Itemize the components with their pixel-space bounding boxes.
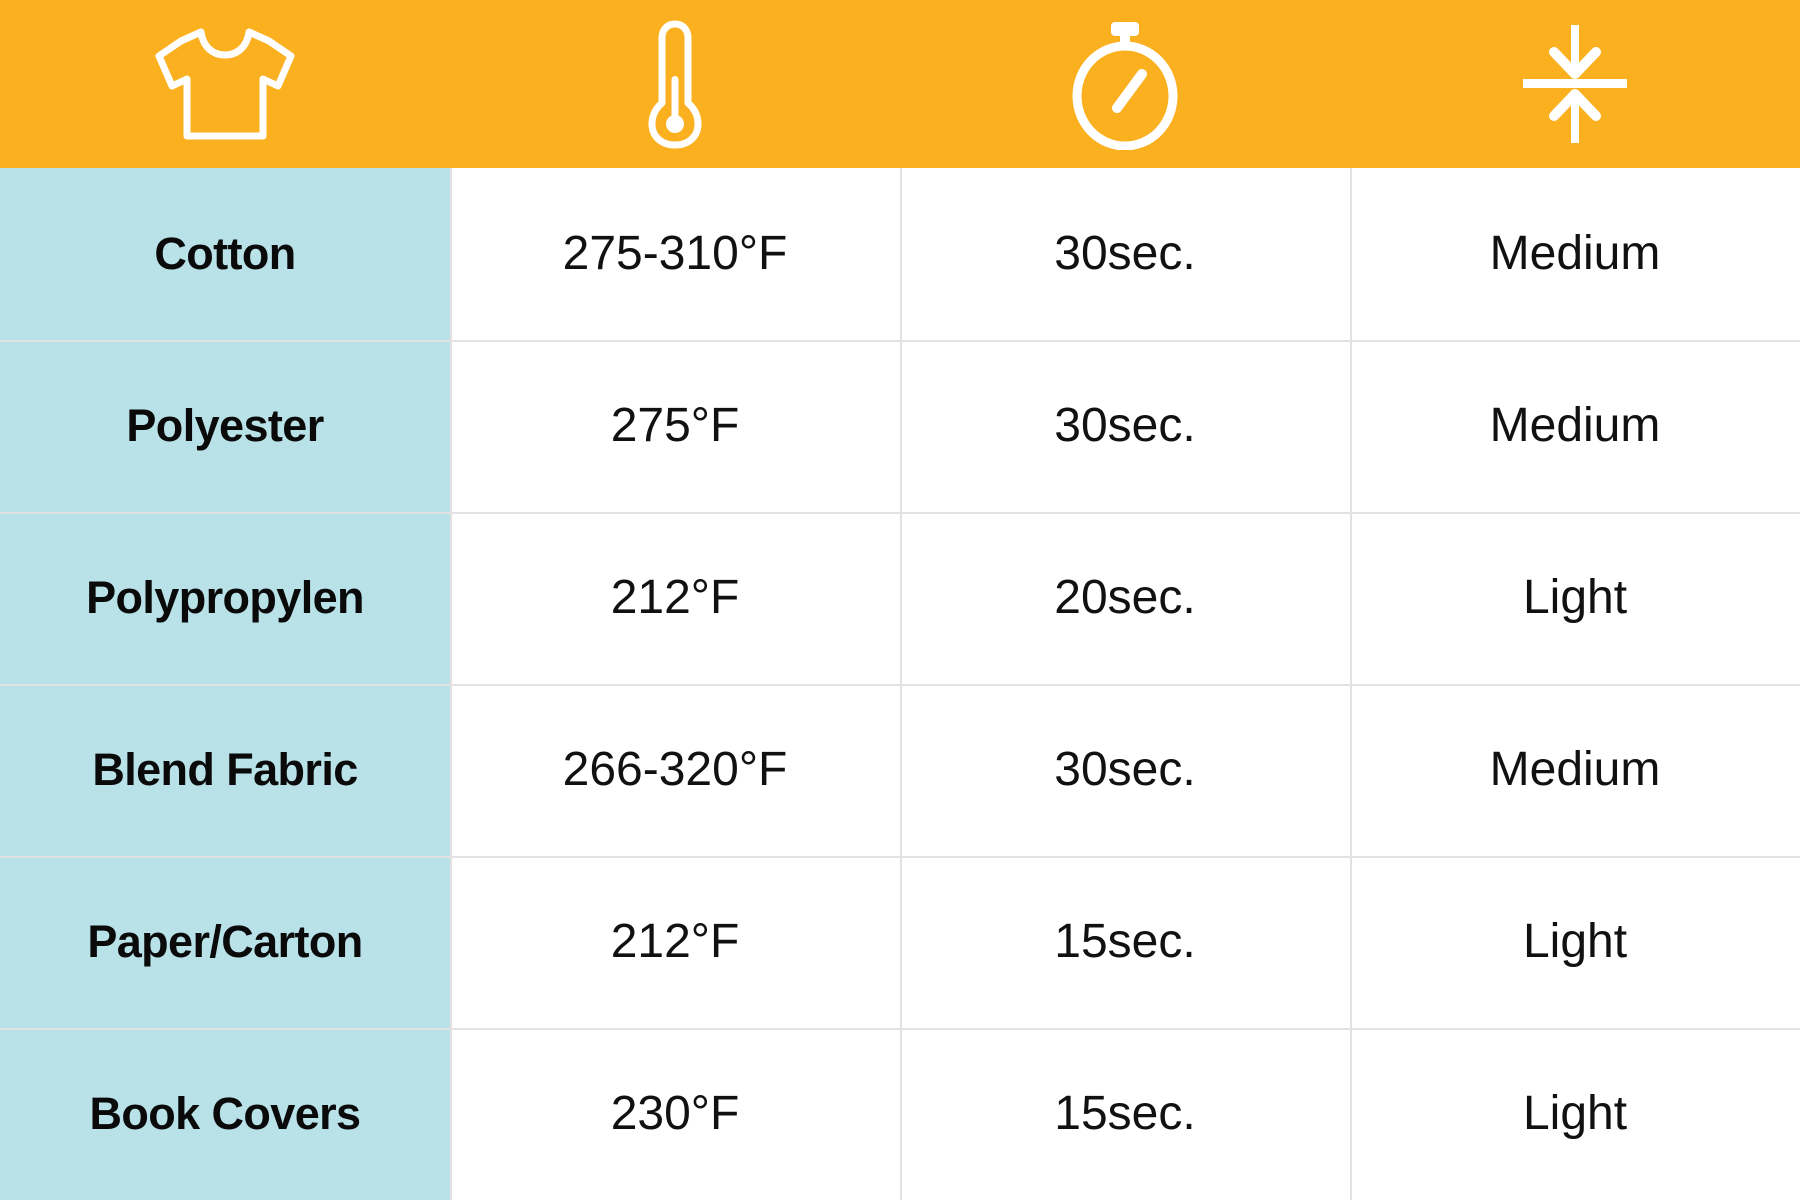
time-value: 20sec. xyxy=(1054,570,1196,624)
temperature-value: 212°F xyxy=(610,914,740,968)
material-label: Paper/Carton xyxy=(87,916,363,968)
temperature-value: 230°F xyxy=(610,1086,740,1140)
table-row: Paper/Carton 212°F 15sec. Light xyxy=(0,856,1800,1028)
temperature-value: 212°F xyxy=(610,570,740,624)
table-row: Polyester 275°F 30sec. Medium xyxy=(0,340,1800,512)
cell-material: Blend Fabric xyxy=(0,684,450,856)
temperature-value: 275°F xyxy=(610,398,740,452)
header-cell-material xyxy=(0,0,450,168)
cell-material: Cotton xyxy=(0,168,450,340)
cell-material: Paper/Carton xyxy=(0,856,450,1028)
cell-pressure: Medium xyxy=(1350,340,1800,512)
table-header-row xyxy=(0,0,1800,168)
table-body: Cotton 275-310°F 30sec. Medium Polyester… xyxy=(0,168,1800,1200)
pressure-value: Medium xyxy=(1489,742,1661,796)
material-label: Cotton xyxy=(154,228,296,280)
cell-pressure: Medium xyxy=(1350,168,1800,340)
pressure-value: Light xyxy=(1522,570,1628,624)
cell-temperature: 212°F xyxy=(450,856,900,1028)
cell-time: 15sec. xyxy=(900,1028,1350,1200)
heat-press-settings-table: Cotton 275-310°F 30sec. Medium Polyester… xyxy=(0,0,1800,1200)
time-value: 30sec. xyxy=(1054,226,1196,280)
cell-pressure: Light xyxy=(1350,1028,1800,1200)
header-cell-time xyxy=(900,0,1350,168)
cell-time: 30sec. xyxy=(900,168,1350,340)
table-row: Book Covers 230°F 15sec. Light xyxy=(0,1028,1800,1200)
table-row: Blend Fabric 266-320°F 30sec. Medium xyxy=(0,684,1800,856)
cell-pressure: Light xyxy=(1350,856,1800,1028)
cell-temperature: 266-320°F xyxy=(450,684,900,856)
table-row: Polypropylen 212°F 20sec. Light xyxy=(0,512,1800,684)
cell-time: 20sec. xyxy=(900,512,1350,684)
pressure-value: Medium xyxy=(1489,226,1661,280)
cell-material: Polypropylen xyxy=(0,512,450,684)
cell-temperature: 230°F xyxy=(450,1028,900,1200)
stopwatch-icon xyxy=(1070,18,1180,150)
cell-time: 30sec. xyxy=(900,684,1350,856)
temperature-value: 266-320°F xyxy=(562,742,788,796)
temperature-value: 275-310°F xyxy=(562,226,788,280)
cell-pressure: Medium xyxy=(1350,684,1800,856)
cell-temperature: 275°F xyxy=(450,340,900,512)
table-row: Cotton 275-310°F 30sec. Medium xyxy=(0,168,1800,340)
header-cell-pressure xyxy=(1350,0,1800,168)
time-value: 30sec. xyxy=(1054,398,1196,452)
pressure-value: Light xyxy=(1522,1086,1628,1140)
pressure-arrows-icon xyxy=(1509,21,1641,147)
material-label: Polyester xyxy=(126,400,324,452)
cell-material: Polyester xyxy=(0,340,450,512)
time-value: 15sec. xyxy=(1054,1086,1196,1140)
time-value: 30sec. xyxy=(1054,742,1196,796)
cell-pressure: Light xyxy=(1350,512,1800,684)
material-label: Blend Fabric xyxy=(92,744,358,796)
pressure-value: Light xyxy=(1522,914,1628,968)
cell-time: 15sec. xyxy=(900,856,1350,1028)
header-cell-temperature xyxy=(450,0,900,168)
cell-time: 30sec. xyxy=(900,340,1350,512)
thermometer-icon xyxy=(647,19,703,149)
pressure-value: Medium xyxy=(1489,398,1661,452)
cell-temperature: 212°F xyxy=(450,512,900,684)
tshirt-icon xyxy=(151,25,299,143)
material-label: Polypropylen xyxy=(86,572,364,624)
cell-temperature: 275-310°F xyxy=(450,168,900,340)
cell-material: Book Covers xyxy=(0,1028,450,1200)
material-label: Book Covers xyxy=(89,1088,362,1140)
time-value: 15sec. xyxy=(1054,914,1196,968)
